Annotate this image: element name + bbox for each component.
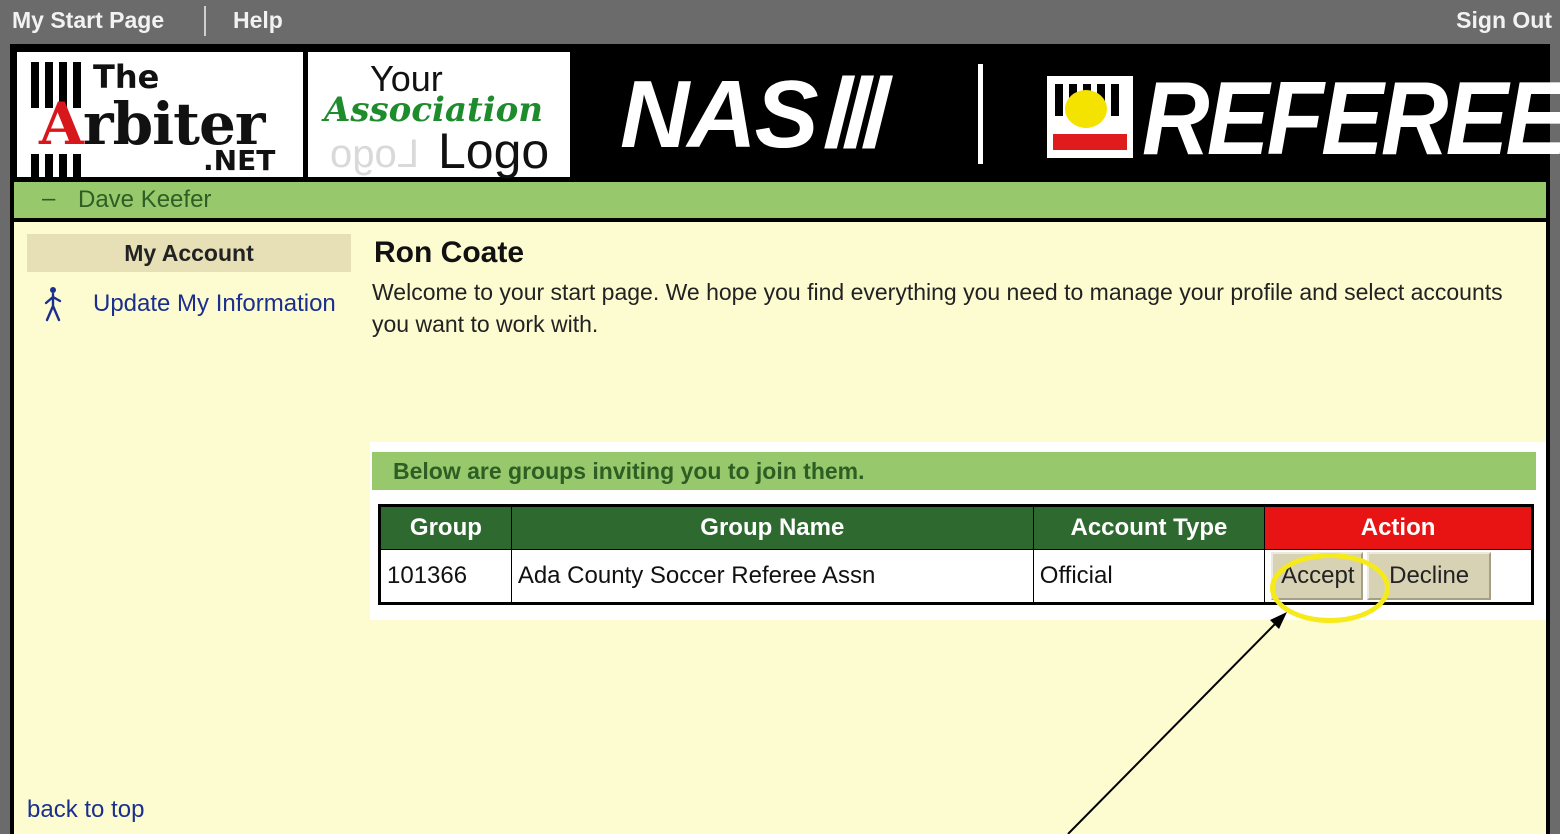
column-header-account-type: Account Type xyxy=(1032,505,1266,550)
back-to-top-link[interactable]: back to top xyxy=(27,796,144,824)
user-name: Dave Keefer xyxy=(78,186,212,213)
page-frame: The Arbiter .NET Your Association Logo L… xyxy=(10,44,1560,834)
invitations-heading-bar: Below are groups inviting you to join th… xyxy=(372,452,1536,490)
my-account-header: My Account xyxy=(27,234,351,272)
arbiter-logo-net: .NET xyxy=(203,144,276,177)
arbiter-logo[interactable]: The Arbiter .NET xyxy=(17,52,303,180)
banner: The Arbiter .NET Your Association Logo L… xyxy=(10,46,1560,182)
referee-whistle-icon xyxy=(1047,76,1133,158)
invitations-table: Group Group Name Account Type Action 101… xyxy=(378,504,1534,605)
banner-divider xyxy=(978,64,983,164)
page-title: Ron Coate xyxy=(374,236,524,269)
sign-out-link[interactable]: Sign Out xyxy=(1456,7,1552,34)
update-my-information-link[interactable]: Update My Information xyxy=(93,290,336,318)
column-header-action: Action xyxy=(1264,505,1533,550)
welcome-text: Welcome to your start page. We hope you … xyxy=(372,279,1503,337)
referee-logo: REFEREE xyxy=(1142,61,1560,177)
content-area: My Account Update My Information back to… xyxy=(14,222,1546,834)
association-logo-mirror: Logo xyxy=(330,132,419,176)
decline-button[interactable]: Decline xyxy=(1367,552,1492,600)
my-account-header-label: My Account xyxy=(124,240,254,266)
top-nav: My Start Page Help Sign Out xyxy=(0,0,1560,44)
action-cell: Accept Decline xyxy=(1264,549,1533,604)
collapse-toggle[interactable]: – xyxy=(42,185,55,213)
column-header-group: Group xyxy=(379,505,512,550)
naso-logo: NASⅢ xyxy=(620,61,883,168)
table-header-row: Group Group Name Account Type Action xyxy=(379,505,1533,550)
association-logo: Your Association Logo Logo xyxy=(308,52,570,179)
column-header-group-name: Group Name xyxy=(510,505,1034,550)
walking-person-icon xyxy=(44,287,62,322)
nav-separator xyxy=(204,6,206,36)
table-row: 101366 Ada County Soccer Referee Assn Of… xyxy=(379,549,1533,604)
account-type-cell: Official xyxy=(1032,549,1266,604)
invitations-heading: Below are groups inviting you to join th… xyxy=(393,458,865,484)
invitations-panel: Below are groups inviting you to join th… xyxy=(370,442,1546,620)
my-start-page-link[interactable]: My Start Page xyxy=(12,7,164,34)
user-bar: – Dave Keefer xyxy=(14,182,1546,218)
group-id-cell: 101366 xyxy=(379,549,512,604)
help-link[interactable]: Help xyxy=(233,7,283,34)
accept-button[interactable]: Accept xyxy=(1271,552,1364,600)
association-logo-logo: Logo xyxy=(438,123,550,179)
group-name-cell: Ada County Soccer Referee Assn xyxy=(510,549,1034,604)
